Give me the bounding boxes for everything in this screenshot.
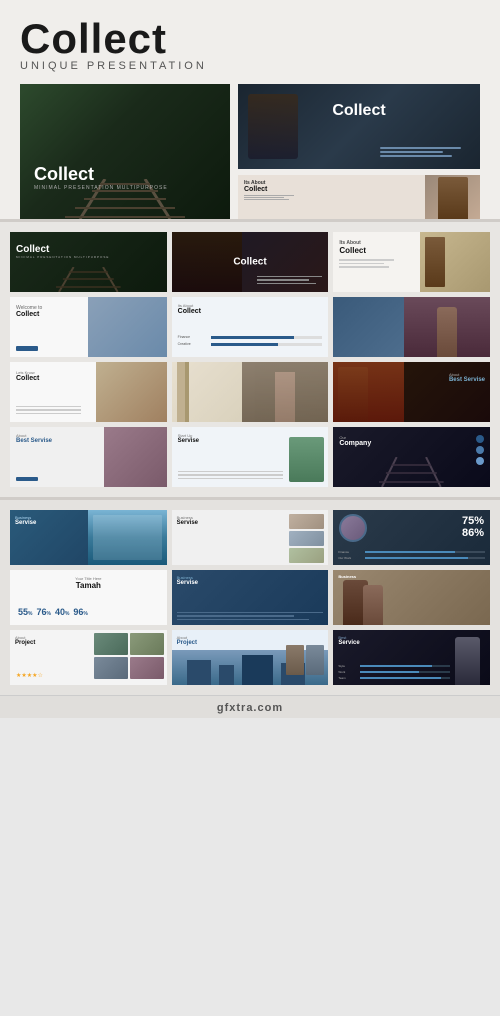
- slide12-text: Our Company: [339, 435, 371, 447]
- slide5-label: Its About Collect: [178, 303, 201, 315]
- slide-b7-text: About Project: [15, 635, 35, 646]
- slide-b8-label: About Project: [177, 635, 197, 646]
- slide-b6: Business: [333, 570, 490, 625]
- hero-right-text-lines: [380, 147, 470, 159]
- slide-thumb-2: Collect: [172, 232, 329, 292]
- slide4-img: [88, 297, 166, 357]
- slide8-person: [275, 372, 295, 422]
- slide6-person: [404, 297, 490, 357]
- slide-b4-text: Your Title Here Tamah: [16, 576, 161, 590]
- slide-thumb-8: [172, 362, 329, 422]
- slide-b9: Best Service Style Work Team: [333, 630, 490, 685]
- slide5-bars: Finance Creative: [178, 335, 323, 349]
- slide-b4-stats: 55% 76% 40% 96%: [18, 607, 159, 617]
- grid-section-1: Collect MINIMAL PRESENTATION MULTIPURPOS…: [0, 222, 500, 497]
- slide-b2: Business Servise: [172, 510, 329, 565]
- slide-thumb-12: Our Company: [333, 427, 490, 487]
- slide-b3-bars: Finance Our Work: [338, 550, 485, 560]
- slide-thumb-10: About Best Servise: [10, 427, 167, 487]
- slide7-lines: [16, 406, 81, 415]
- slide8-columns: [177, 362, 189, 422]
- footer-url: gfxtra.com: [0, 702, 500, 714]
- slide7-text: Lets Know Collect: [16, 370, 39, 382]
- hero-right-title: Collect: [332, 102, 385, 120]
- slide-thumb-6: [333, 297, 490, 357]
- hero-about-img: [425, 175, 480, 219]
- slide-b3-pct2: 86%: [462, 527, 484, 539]
- slide11-lines: [178, 471, 284, 480]
- slide12-icons: [476, 435, 484, 465]
- slide-grid-2: Business Servise Business Servise: [10, 510, 490, 685]
- slide-b7: About Project ★★★★☆: [10, 630, 167, 685]
- slide11-text: Start Up Servise: [178, 433, 199, 444]
- slide-grid-1: Collect MINIMAL PRESENTATION MULTIPURPOS…: [10, 232, 490, 487]
- hero-about-text: Its About Collect: [244, 180, 294, 200]
- slide-thumb-11: Start Up Servise: [172, 427, 329, 487]
- slide10-img: [104, 427, 167, 487]
- slide-b8-people: [286, 645, 324, 675]
- slide1-tracks: [10, 267, 167, 292]
- hero-about-title: Collect: [244, 186, 294, 193]
- slide-b5-text: Business Servise: [177, 575, 198, 586]
- slide-thumb-3: Its About Collect: [333, 232, 490, 292]
- slide-b8: About Project: [172, 630, 329, 685]
- hero-right-top-slide: Collect: [238, 84, 480, 169]
- hero-main-sub: MINIMAL PRESENTATION MULTIPURPOSE: [34, 185, 168, 191]
- slide-b3-percents: 75% 86%: [462, 515, 484, 539]
- slide2-dark-left: [172, 232, 243, 292]
- hero-preview: Collect MINIMAL PRESENTATION MULTIPURPOS…: [20, 84, 480, 219]
- slide-thumb-1: Collect MINIMAL PRESENTATION MULTIPURPOS…: [10, 232, 167, 292]
- slide10-text: About Best Servise: [16, 433, 52, 444]
- header-section: Collect UNIQUE PRESENTATION Collect MINI…: [0, 0, 500, 219]
- slide3-text: Its About Collect: [339, 240, 394, 268]
- slide2-lines: [257, 276, 322, 285]
- slide-thumb-4: Welcome to Collect: [10, 297, 167, 357]
- slide1-title: Collect MINIMAL PRESENTATION MULTIPURPOS…: [16, 244, 109, 259]
- slide-b5: Business Servise: [172, 570, 329, 625]
- bottom-grid-section: Business Servise Business Servise: [0, 500, 500, 695]
- slide-b2-photos: [289, 514, 324, 563]
- slide-thumb-7: Lets Know Collect: [10, 362, 167, 422]
- slide-b4: Your Title Here Tamah 55% 76% 40% 96%: [10, 570, 167, 625]
- slide-thumb-9: About Best Servise: [333, 362, 490, 422]
- slide-b1: Business Servise: [10, 510, 167, 565]
- hero-right-bottom-slide: Its About Collect: [238, 175, 480, 219]
- slide-b9-bars: Style Work Team: [338, 664, 450, 680]
- slide2-title: Collect: [233, 257, 266, 268]
- slide-b3: 75% 86% Finance Our Work: [333, 510, 490, 565]
- slide3-lines: [339, 259, 394, 268]
- hero-main-overlay: Collect MINIMAL PRESENTATION MULTIPURPOS…: [34, 165, 168, 191]
- slide4-btn: [16, 346, 38, 351]
- slide-b2-text: Business Servise: [177, 515, 198, 526]
- slide-b9-man: [455, 637, 480, 685]
- hero-main-title: Collect: [34, 165, 168, 183]
- slide-b7-stars: ★★★★☆: [16, 672, 43, 679]
- slide-b3-pct1: 75%: [462, 515, 484, 527]
- slide-b5-lines: [177, 612, 324, 621]
- slide-b6-photo: Business: [333, 570, 490, 625]
- slide10-btn: [16, 477, 38, 481]
- hero-about-lines: [244, 195, 294, 200]
- slide-b3-avatar: [339, 514, 367, 542]
- slide-thumb-5: Its About Collect Finance Creative: [172, 297, 329, 357]
- slide-b7-photos: [94, 633, 164, 679]
- slide11-img: [289, 437, 324, 482]
- slide-b9-text: Best Service: [338, 635, 359, 646]
- footer-watermark: gfxtra.com: [0, 695, 500, 718]
- slide-b1-waterfall: [88, 510, 166, 565]
- slide9-person: [338, 367, 368, 422]
- slide-b1-text: Business Servise: [15, 515, 36, 526]
- slide8-right: [242, 362, 328, 422]
- hero-right: Collect Its About Collect: [238, 84, 480, 219]
- slide4-text: Welcome to Collect: [16, 305, 42, 318]
- hero-main-slide: Collect MINIMAL PRESENTATION MULTIPURPOS…: [20, 84, 230, 219]
- slide12-tracks: [333, 457, 490, 487]
- slide9-text: About Best Servise: [449, 372, 485, 383]
- slide7-img: [96, 362, 166, 422]
- slide3-arch-img: [420, 232, 491, 292]
